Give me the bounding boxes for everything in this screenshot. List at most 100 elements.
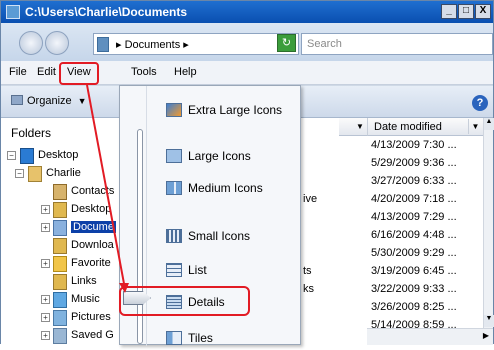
tree-label-selected: Docume <box>71 221 116 233</box>
file-name-fragment: ive <box>303 193 318 205</box>
organize-icon <box>11 95 23 105</box>
explorer-window: C:\Users\Charlie\Documents _ □ X ▸ Docum… <box>0 0 494 346</box>
view-option-label: Tiles <box>188 331 213 345</box>
breadcrumb-chevron-icon[interactable]: ▸ <box>183 39 189 51</box>
folder-icon <box>53 202 67 218</box>
pictures-icon <box>53 310 67 326</box>
view-option-label: Large Icons <box>188 149 251 163</box>
folder-icon <box>6 5 20 19</box>
view-option-label: Small Icons <box>188 229 251 243</box>
back-button[interactable] <box>19 31 43 55</box>
date-cell: 3/27/2009 6:33 ... <box>371 175 457 187</box>
user-folder-icon <box>28 166 42 182</box>
tree-label: Links <box>71 275 97 287</box>
tree-label: Desktop <box>38 149 79 161</box>
menu-file[interactable]: File <box>9 66 27 78</box>
extra-large-icons-icon <box>166 103 182 117</box>
folder-pane: Folders − Desktop − Charlie Contacts + D… <box>1 118 119 345</box>
folder-icon <box>53 274 67 290</box>
list-icon <box>166 263 182 277</box>
desktop-icon <box>20 148 34 164</box>
expand-icon[interactable]: + <box>41 295 50 304</box>
help-icon[interactable]: ? <box>472 95 488 111</box>
breadcrumb-arrow[interactable]: ▸ <box>116 39 122 51</box>
details-highlight <box>119 286 250 316</box>
horizontal-scrollbar[interactable]: ▶ <box>367 328 493 345</box>
tree-label: Desktop <box>71 203 112 215</box>
view-option-medium-icons[interactable]: Medium Icons <box>120 176 300 200</box>
expand-icon[interactable]: + <box>41 313 50 322</box>
large-icons-icon <box>166 149 182 163</box>
view-option-label: List <box>188 263 207 277</box>
vertical-scrollbar[interactable]: ▲ ▼ <box>483 118 494 345</box>
date-cell: 4/13/2009 7:29 ... <box>371 211 457 223</box>
view-option-tiles[interactable]: Tiles <box>120 326 300 350</box>
folders-heading: Folders <box>11 126 52 140</box>
search-placeholder: Search <box>307 38 342 50</box>
date-cell: 5/29/2009 9:36 ... <box>371 157 457 169</box>
folder-icon <box>53 238 67 254</box>
small-icons-icon <box>166 229 182 243</box>
medium-icons-icon <box>166 181 182 195</box>
view-option-extra-large-icons[interactable]: Extra Large Icons <box>120 98 300 122</box>
search-input[interactable]: Search <box>301 33 493 55</box>
column-header-name[interactable]: ▼ <box>339 118 367 136</box>
saved-games-icon <box>53 328 67 344</box>
view-option-large-icons[interactable]: Large Icons <box>120 144 300 168</box>
menu-tools[interactable]: Tools <box>131 66 157 78</box>
title-bar: C:\Users\Charlie\Documents _ □ X <box>1 1 493 23</box>
expand-icon[interactable]: + <box>41 223 50 232</box>
tree-label: Pictures <box>71 311 111 323</box>
view-option-label: Extra Large Icons <box>188 103 283 117</box>
address-bar[interactable]: ▸ Documents ▸ ▼ <box>93 33 299 55</box>
address-row: ▸ Documents ▸ ▼ ↻ Search <box>1 23 493 61</box>
view-option-label: Medium Icons <box>188 181 263 195</box>
chevron-down-icon[interactable]: ▼ <box>353 119 367 134</box>
expand-icon[interactable]: + <box>41 205 50 214</box>
chevron-down-icon: ▼ <box>77 96 87 106</box>
view-menu-highlight <box>59 62 99 85</box>
date-cell: 4/20/2009 7:18 ... <box>371 193 457 205</box>
tree-label: Contacts <box>71 185 115 197</box>
date-cell: 5/30/2009 9:29 ... <box>371 247 457 259</box>
tree-label: Music <box>71 293 100 305</box>
view-option-list[interactable]: List <box>120 258 300 282</box>
date-cell: 3/22/2009 9:33 ... <box>371 283 457 295</box>
contacts-icon <box>53 184 67 200</box>
window-title: C:\Users\Charlie\Documents <box>25 5 188 19</box>
music-icon <box>53 292 67 308</box>
date-cell: 3/26/2009 8:25 ... <box>371 301 457 313</box>
maximize-button[interactable]: □ <box>458 4 474 19</box>
column-header-date-modified[interactable]: Date modified ▼ <box>367 118 483 136</box>
date-cell: 6/16/2009 4:48 ... <box>371 229 457 241</box>
breadcrumb-documents[interactable]: Documents <box>125 39 181 51</box>
minimize-button[interactable]: _ <box>441 4 457 19</box>
view-option-small-icons[interactable]: Small Icons <box>120 224 300 248</box>
close-button[interactable]: X <box>475 4 491 19</box>
column-header-label: Date modified <box>374 121 442 133</box>
documents-icon <box>97 37 109 52</box>
tree-label: Charlie <box>46 167 81 179</box>
refresh-icon[interactable]: ↻ <box>277 34 296 52</box>
tree-label: Favorite <box>71 257 111 269</box>
expand-icon[interactable]: + <box>41 331 50 340</box>
organize-button[interactable]: Organize ▼ <box>11 95 87 107</box>
documents-icon <box>53 220 67 236</box>
collapse-icon[interactable]: − <box>7 151 16 160</box>
tiles-icon <box>166 331 182 345</box>
organize-label: Organize <box>27 95 72 107</box>
forward-button[interactable] <box>45 31 69 55</box>
menu-help[interactable]: Help <box>174 66 197 78</box>
date-cell: 3/19/2009 6:45 ... <box>371 265 457 277</box>
favorites-icon <box>53 256 67 272</box>
menu-edit[interactable]: Edit <box>37 66 56 78</box>
tree-label: Downloa <box>71 239 114 251</box>
scroll-right-icon[interactable]: ▶ <box>479 331 493 343</box>
date-cell: 4/13/2009 7:30 ... <box>371 139 457 151</box>
expand-icon[interactable]: + <box>41 259 50 268</box>
collapse-icon[interactable]: − <box>15 169 24 178</box>
chevron-down-icon[interactable]: ▼ <box>468 119 482 134</box>
file-name-fragment: ks <box>303 283 314 295</box>
scroll-up-icon[interactable]: ▲ <box>484 118 494 130</box>
scroll-down-icon[interactable]: ▼ <box>484 315 494 327</box>
